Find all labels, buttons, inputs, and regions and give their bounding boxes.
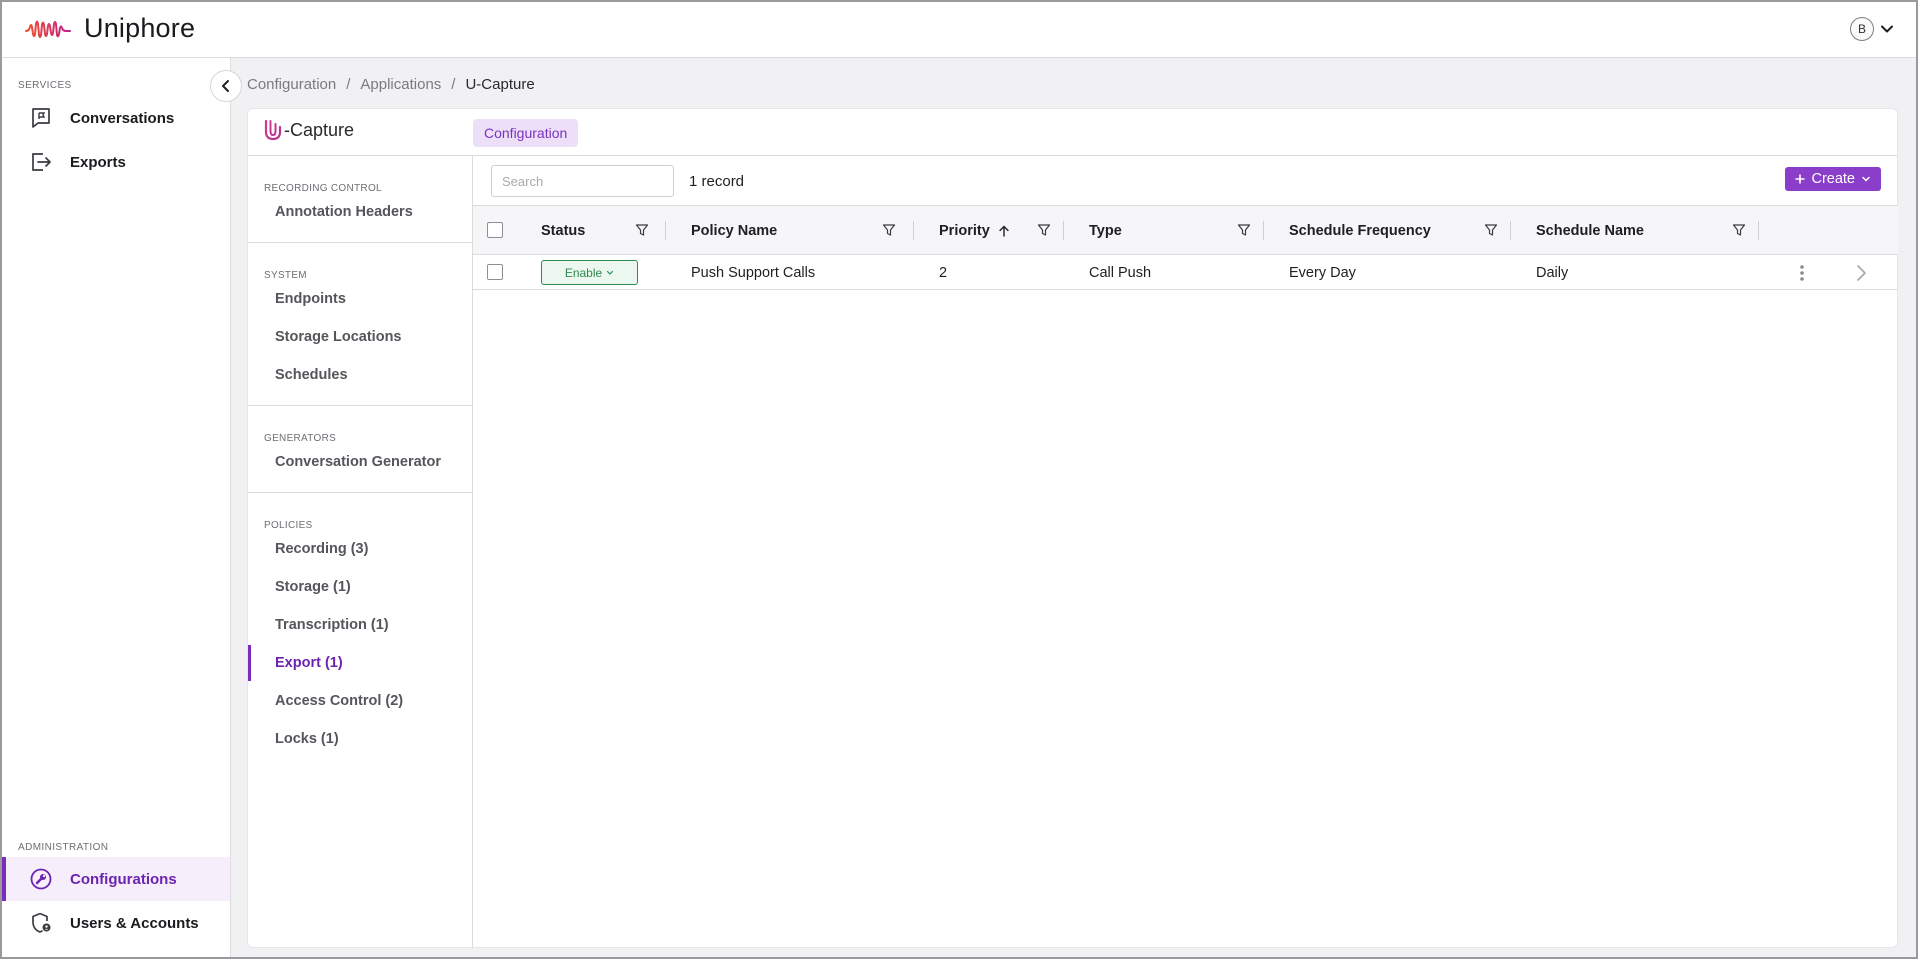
table-header: Status Policy Name Priority Type Schedul… (473, 206, 1898, 255)
column-header-label: Priority (939, 222, 990, 239)
nav-item-recording[interactable]: Recording (3) (248, 531, 472, 567)
nav-group-generators: GENERATORS (264, 433, 337, 444)
nav-group-recording-control: RECORDING CONTROL (264, 183, 382, 194)
export-icon (28, 149, 54, 175)
more-options-icon[interactable] (1799, 264, 1805, 282)
collapse-sidebar-button[interactable] (210, 70, 242, 102)
breadcrumb: Configuration / Applications / U-Capture (247, 76, 535, 93)
column-separator[interactable] (1063, 221, 1064, 240)
filter-icon[interactable] (882, 223, 896, 237)
chevron-down-icon (1881, 25, 1893, 33)
user-menu[interactable]: B (1850, 17, 1894, 41)
record-count: 1 record (689, 173, 745, 190)
nav-item-schedules[interactable]: Schedules (248, 357, 472, 393)
main-card: -Capture Configuration RECORDING CONTROL… (247, 108, 1898, 948)
app-title: -Capture (263, 119, 354, 141)
cell-priority: 2 (939, 264, 948, 281)
nav-item-access-control[interactable]: Access Control (2) (248, 683, 472, 719)
filter-icon[interactable] (1037, 223, 1051, 237)
chat-icon (28, 105, 54, 131)
sidebar-item-users-accounts[interactable]: Users & Accounts (2, 901, 230, 945)
column-header-status[interactable]: Status (541, 206, 585, 255)
row-checkbox[interactable] (487, 264, 503, 280)
column-header-schedule-name[interactable]: Schedule Name (1536, 206, 1644, 255)
cell-schedule-frequency: Every Day (1289, 264, 1356, 281)
top-bar: Uniphore B (0, 0, 1918, 58)
breadcrumb-configuration[interactable]: Configuration (247, 76, 336, 93)
breadcrumb-separator: / (346, 76, 351, 93)
divider (248, 242, 472, 243)
sidebar-section-administration: ADMINISTRATION (18, 842, 109, 853)
nav-item-storage[interactable]: Storage (1) (248, 569, 472, 605)
chevron-right-icon[interactable] (1855, 264, 1867, 282)
sidebar-item-label: Users & Accounts (70, 914, 199, 932)
sidebar: SERVICES Conversations Exports ADMINISTR… (0, 58, 231, 959)
u-capture-logo-icon (264, 119, 282, 141)
breadcrumb-current: U-Capture (465, 76, 535, 93)
card-header: -Capture Configuration (248, 109, 1897, 156)
nav-group-policies: POLICIES (264, 520, 313, 531)
nav-item-locks[interactable]: Locks (1) (248, 721, 472, 757)
filter-icon[interactable] (635, 223, 649, 237)
brand-name: Uniphore (84, 13, 196, 43)
cell-schedule-name: Daily (1536, 264, 1569, 281)
nav-item-annotation-headers[interactable]: Annotation Headers (248, 194, 472, 230)
status-dropdown[interactable]: Enable (541, 260, 638, 285)
sidebar-item-exports[interactable]: Exports (2, 140, 230, 184)
column-separator[interactable] (1263, 221, 1264, 240)
column-separator[interactable] (913, 221, 914, 240)
config-nav: RECORDING CONTROL Annotation Headers SYS… (248, 156, 473, 948)
column-header-priority[interactable]: Priority (939, 206, 1010, 255)
sidebar-item-configurations[interactable]: Configurations (2, 857, 230, 901)
brand[interactable]: Uniphore (24, 13, 195, 44)
search-input[interactable] (491, 165, 674, 197)
chevron-down-icon (607, 270, 614, 275)
select-all-checkbox[interactable] (487, 222, 503, 238)
sidebar-item-conversations[interactable]: Conversations (2, 96, 230, 140)
wrench-icon (28, 866, 54, 892)
user-shield-icon (28, 910, 54, 936)
breadcrumb-applications[interactable]: Applications (360, 76, 441, 93)
column-header-policy-name[interactable]: Policy Name (691, 206, 777, 255)
uniphore-logo-icon (25, 20, 71, 38)
create-button-label: Create (1811, 171, 1855, 187)
nav-group-system: SYSTEM (264, 270, 307, 281)
nav-item-transcription[interactable]: Transcription (1) (248, 607, 472, 643)
cell-policy-name: Push Support Calls (691, 264, 816, 281)
plus-icon (1795, 174, 1805, 184)
filter-icon[interactable] (1237, 223, 1251, 237)
tab-configuration[interactable]: Configuration (473, 119, 579, 147)
filter-icon[interactable] (1732, 223, 1746, 237)
column-separator[interactable] (1758, 221, 1759, 240)
table-toolbar: 1 record Create (473, 156, 1898, 206)
create-button[interactable]: Create (1785, 167, 1881, 191)
sort-ascending-icon (999, 225, 1009, 237)
app-name: -Capture (284, 119, 355, 140)
sidebar-section-services: SERVICES (18, 80, 72, 91)
status-label: Enable (564, 265, 603, 280)
column-header-schedule-frequency[interactable]: Schedule Frequency (1289, 206, 1431, 255)
chevron-down-icon (1862, 176, 1870, 182)
divider (248, 405, 472, 406)
sidebar-item-label: Configurations (70, 870, 177, 888)
chevron-left-icon (222, 80, 229, 92)
sidebar-item-label: Conversations (70, 109, 175, 127)
table-row[interactable]: Enable Push Support Calls 2 Call Push Ev… (473, 255, 1898, 290)
filter-icon[interactable] (1484, 223, 1498, 237)
column-header-type[interactable]: Type (1089, 206, 1122, 255)
breadcrumb-separator: / (451, 76, 456, 93)
policy-table: 1 record Create Status Policy Name Prior… (473, 156, 1898, 948)
divider (248, 492, 472, 493)
nav-item-conversation-generator[interactable]: Conversation Generator (248, 444, 472, 480)
avatar: B (1850, 17, 1874, 41)
sidebar-item-label: Exports (70, 153, 126, 171)
nav-item-export[interactable]: Export (1) (248, 645, 472, 681)
column-separator[interactable] (665, 221, 666, 240)
nav-item-storage-locations[interactable]: Storage Locations (248, 319, 472, 355)
column-separator[interactable] (1510, 221, 1511, 240)
cell-type: Call Push (1089, 264, 1152, 281)
nav-item-endpoints[interactable]: Endpoints (248, 281, 472, 317)
